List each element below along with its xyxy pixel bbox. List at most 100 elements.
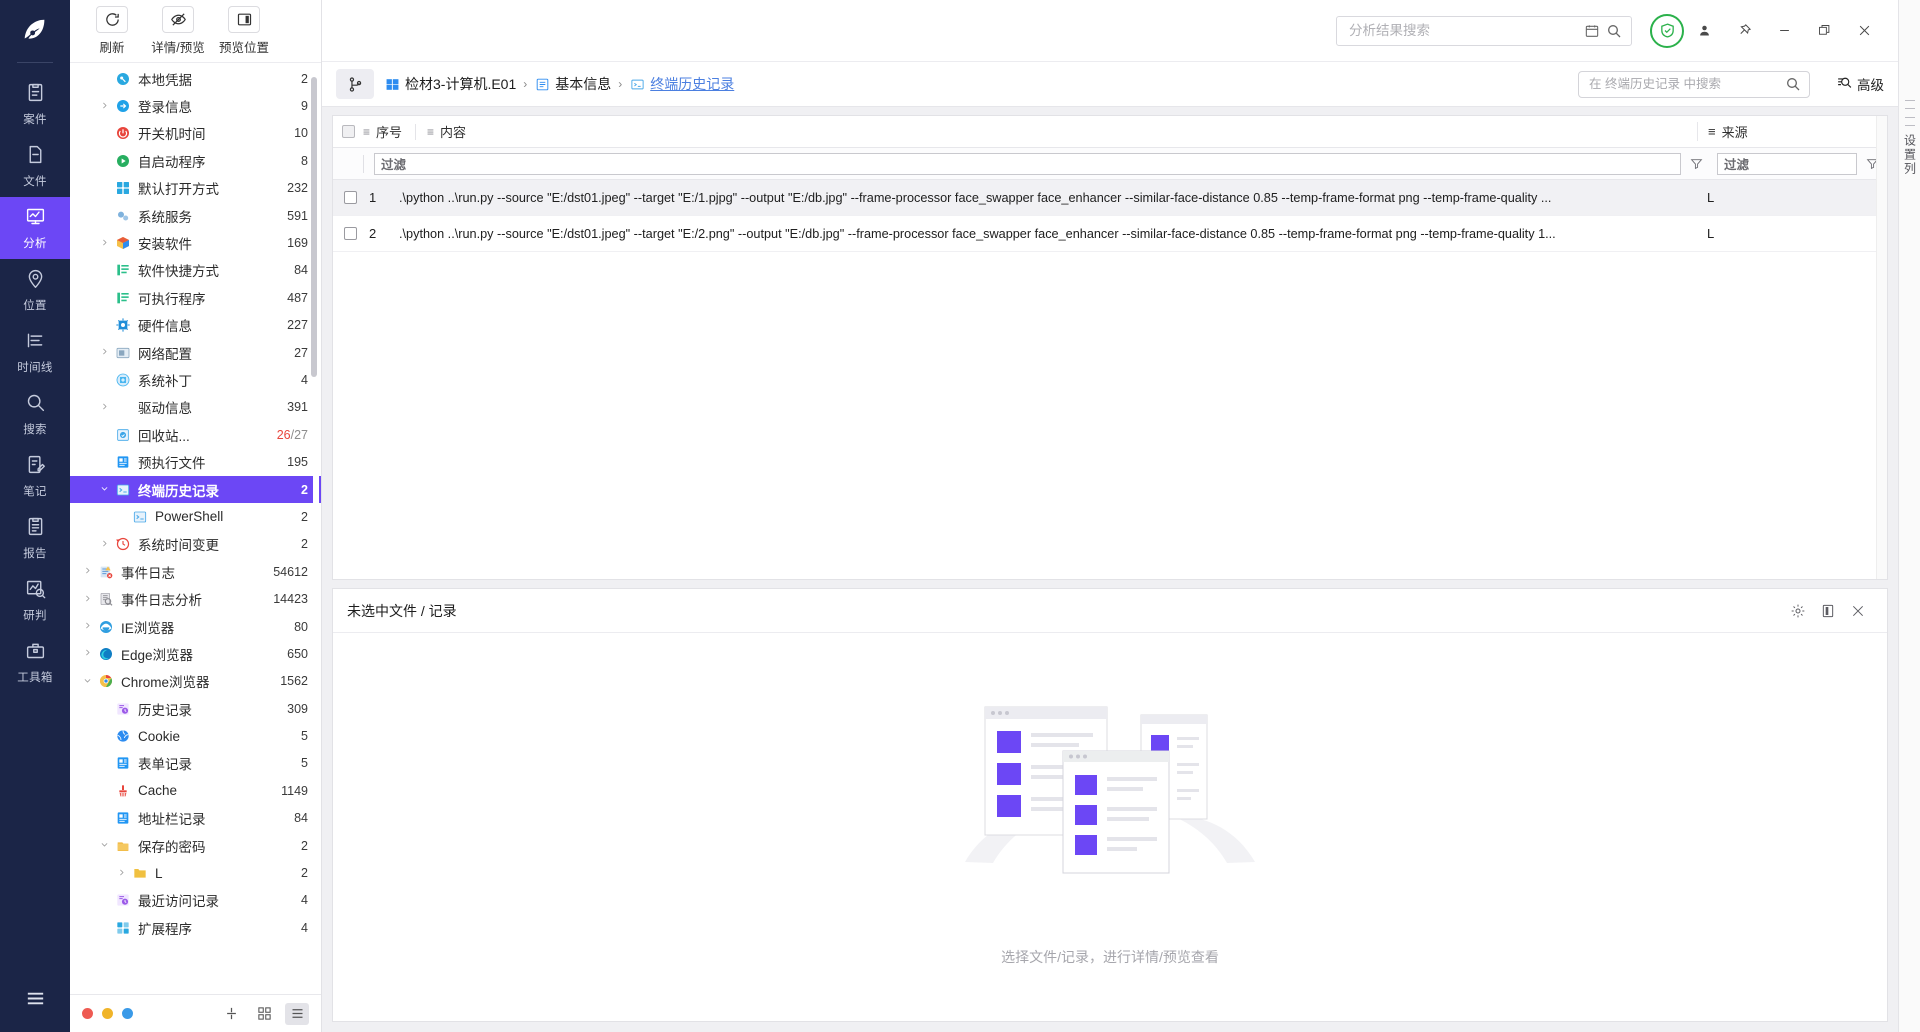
rail-item-3[interactable]: 位置 bbox=[0, 259, 70, 321]
tree-item[interactable]: 表单记录 5 bbox=[70, 750, 321, 777]
column-header-source[interactable]: ≡ 来源 bbox=[1697, 122, 1887, 141]
tree-item[interactable]: 自启动程序 8 bbox=[70, 147, 321, 174]
chevron-right-icon[interactable] bbox=[78, 566, 96, 577]
search-input[interactable] bbox=[1349, 23, 1581, 38]
chevron-right-icon[interactable] bbox=[78, 648, 96, 659]
tree-item[interactable]: 可执行程序 487 bbox=[70, 284, 321, 311]
tree-item[interactable]: 系统服务 591 bbox=[70, 202, 321, 229]
rail-item-2[interactable]: 分析 bbox=[0, 197, 70, 259]
status-dot-yellow[interactable] bbox=[102, 1008, 113, 1019]
chevron-right-icon[interactable] bbox=[78, 594, 96, 605]
tree-item[interactable]: 本地凭据 2 bbox=[70, 65, 321, 92]
rail-item-1[interactable]: 文件 bbox=[0, 135, 70, 197]
breadcrumb-item-0[interactable]: 检材3-计算机.E01 bbox=[405, 74, 516, 94]
maximize-button[interactable] bbox=[1804, 11, 1844, 51]
tree-item[interactable]: 默认打开方式 232 bbox=[70, 175, 321, 202]
table-row[interactable]: 2 .\python ..\run.py --source "E:/dst01.j… bbox=[333, 216, 1887, 252]
drag-grip-icon[interactable] bbox=[1904, 100, 1915, 126]
tree-item[interactable]: 系统时间变更 2 bbox=[70, 531, 321, 558]
tree-item[interactable]: Edge浏览器 650 bbox=[70, 640, 321, 667]
advanced-search-button[interactable]: 高级 bbox=[1836, 74, 1884, 94]
tree-item[interactable]: Cookie 5 bbox=[70, 722, 321, 749]
status-dot-blue[interactable] bbox=[122, 1008, 133, 1019]
breadcrumb-item-2[interactable]: 终端历史记录 bbox=[650, 74, 734, 94]
chevron-down-icon[interactable] bbox=[78, 676, 96, 687]
chevron-right-icon[interactable] bbox=[95, 402, 113, 413]
column-menu-icon[interactable]: ≡ bbox=[363, 125, 370, 139]
chevron-right-icon[interactable] bbox=[112, 868, 130, 879]
funnel-icon[interactable] bbox=[1681, 157, 1711, 170]
table-row[interactable]: 1 .\python ..\run.py --source "E:/dst01.j… bbox=[333, 180, 1887, 216]
tree-item[interactable]: 硬件信息 227 bbox=[70, 312, 321, 339]
tree-item[interactable]: 事件日志分析 14423 bbox=[70, 585, 321, 612]
tree-item[interactable]: PowerShell 2 bbox=[70, 503, 321, 530]
settings-gear-icon[interactable] bbox=[1783, 596, 1813, 626]
pin-button[interactable] bbox=[1724, 11, 1764, 51]
tree-item[interactable]: 地址栏记录 84 bbox=[70, 805, 321, 832]
tree-item[interactable]: 保存的密码 2 bbox=[70, 832, 321, 859]
detail-preview-button[interactable]: 详情/预览 bbox=[150, 6, 206, 56]
chevron-down-icon[interactable] bbox=[95, 484, 113, 495]
chevron-right-icon[interactable] bbox=[95, 539, 113, 550]
global-search[interactable] bbox=[1336, 15, 1632, 46]
chevron-right-icon[interactable] bbox=[95, 347, 113, 358]
row-checkbox[interactable] bbox=[333, 227, 363, 240]
tree-item[interactable]: 系统补丁 4 bbox=[70, 366, 321, 393]
tree-item[interactable]: 安装软件 169 bbox=[70, 229, 321, 256]
calendar-icon[interactable] bbox=[1581, 23, 1603, 39]
minimize-button[interactable] bbox=[1764, 11, 1804, 51]
close-button[interactable] bbox=[1844, 11, 1884, 51]
list-view-icon[interactable] bbox=[285, 1002, 309, 1025]
grid-view-icon[interactable] bbox=[252, 1003, 276, 1025]
rail-item-9[interactable]: 工具箱 bbox=[0, 631, 70, 693]
search-icon[interactable] bbox=[1782, 76, 1804, 92]
settings-column-label[interactable]: 设置列 bbox=[1901, 134, 1919, 176]
tree-item[interactable]: 历史记录 309 bbox=[70, 695, 321, 722]
chevron-right-icon[interactable] bbox=[78, 621, 96, 632]
tree-scroll-area[interactable]: 本地凭据 2 登录信息 9 开关机时间 10 自启动程序 8 默认打开方式 232 系统服务 591 安… bbox=[70, 62, 321, 994]
rail-item-7[interactable]: 报告 bbox=[0, 507, 70, 569]
scoped-search-input[interactable] bbox=[1589, 77, 1782, 91]
tree-item[interactable]: Chrome浏览器 1562 bbox=[70, 668, 321, 695]
tree-item[interactable]: 登录信息 9 bbox=[70, 92, 321, 119]
rail-menu-button[interactable] bbox=[0, 987, 70, 1010]
tree-item[interactable]: 事件日志 54612 bbox=[70, 558, 321, 585]
user-button[interactable] bbox=[1684, 11, 1724, 51]
tree-item[interactable]: 终端历史记录 2 bbox=[70, 475, 321, 504]
rail-item-6[interactable]: 笔记 bbox=[0, 445, 70, 507]
source-filter-input[interactable]: 过滤 bbox=[1717, 152, 1857, 175]
panel-layout-icon[interactable] bbox=[1813, 596, 1843, 626]
rail-item-0[interactable]: 案件 bbox=[0, 73, 70, 135]
rail-item-5[interactable]: 搜索 bbox=[0, 383, 70, 445]
tree-item[interactable]: L2 bbox=[70, 859, 321, 886]
tree-scroll-thumb[interactable] bbox=[311, 77, 317, 377]
tree-item[interactable]: 驱动信息 391 bbox=[70, 394, 321, 421]
tree-item[interactable]: 扩展程序 4 bbox=[70, 914, 321, 941]
chevron-right-icon[interactable] bbox=[95, 101, 113, 112]
rail-item-8[interactable]: 研判 bbox=[0, 569, 70, 631]
close-icon[interactable] bbox=[1843, 596, 1873, 626]
column-header-index[interactable]: ≡ 序号 bbox=[363, 116, 412, 147]
split-view-icon[interactable] bbox=[219, 1003, 243, 1025]
chevron-down-icon[interactable] bbox=[95, 840, 113, 851]
tree-item[interactable]: IE浏览器 80 bbox=[70, 613, 321, 640]
chevron-right-icon[interactable] bbox=[95, 238, 113, 249]
grid-scrollbar[interactable] bbox=[1876, 116, 1887, 579]
shield-check-icon[interactable] bbox=[1650, 13, 1684, 48]
tree-item[interactable]: 最近访问记录 4 bbox=[70, 887, 321, 914]
search-icon[interactable] bbox=[1603, 23, 1625, 39]
branch-icon[interactable] bbox=[336, 69, 374, 99]
status-dot-red[interactable] bbox=[82, 1008, 93, 1019]
column-menu-icon[interactable]: ≡ bbox=[427, 125, 434, 139]
tree-scrollbar[interactable] bbox=[311, 67, 319, 990]
column-header-content[interactable]: ≡ 内容 bbox=[427, 116, 476, 147]
tree-item[interactable]: 网络配置 27 bbox=[70, 339, 321, 366]
column-menu-icon[interactable]: ≡ bbox=[1708, 124, 1716, 139]
content-filter-input[interactable]: 过滤 bbox=[374, 152, 1681, 175]
tree-item[interactable]: 预执行文件 195 bbox=[70, 448, 321, 475]
tree-item[interactable]: 软件快捷方式 84 bbox=[70, 257, 321, 284]
refresh-button[interactable]: 刷新 bbox=[84, 6, 140, 56]
select-all-checkbox[interactable] bbox=[333, 125, 363, 138]
preview-position-button[interactable]: 预览位置 bbox=[216, 6, 272, 56]
breadcrumb-item-1[interactable]: 基本信息 bbox=[555, 74, 611, 94]
